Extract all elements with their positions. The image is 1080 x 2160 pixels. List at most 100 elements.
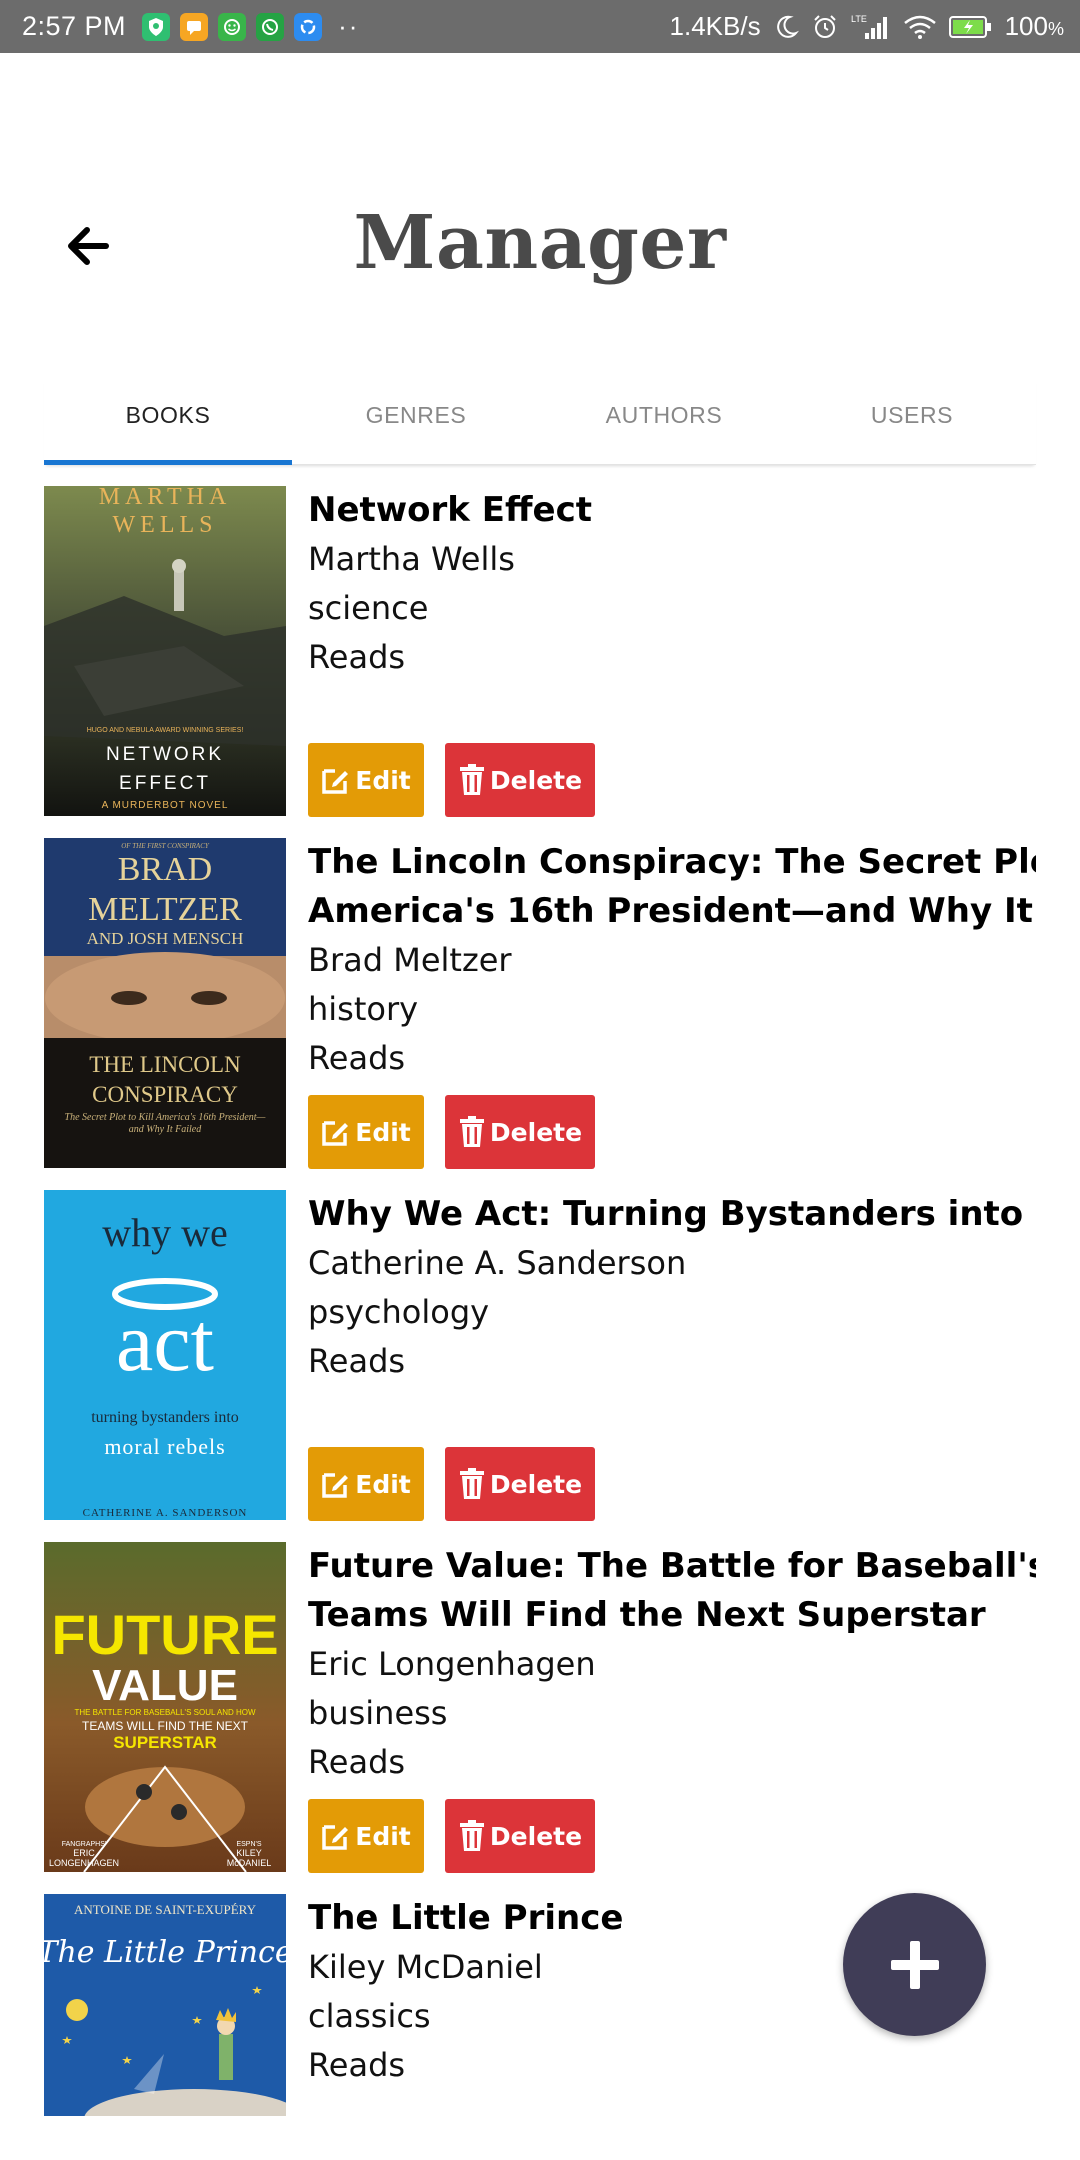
trash-icon xyxy=(459,1468,484,1499)
book-genre: psychology xyxy=(308,1293,490,1331)
cover-author-line1: BRAD xyxy=(118,851,212,888)
book-author: Martha Wells xyxy=(308,540,515,578)
sync-app-icon xyxy=(294,12,323,41)
delete-label: Delete xyxy=(489,1469,583,1499)
network-rate: 1.4KB/s xyxy=(669,11,761,41)
book-cover[interactable]: OF THE FIRST CONSPIRACY BRAD MELTZER AND… xyxy=(44,838,286,1168)
battery-value: 100 xyxy=(1004,11,1048,41)
edit-icon xyxy=(322,1121,349,1146)
delete-label: Delete xyxy=(489,1821,583,1851)
wifi-icon xyxy=(903,14,937,40)
book-status: Reads xyxy=(308,1039,406,1077)
cover-left-line1: FANGRAPHS' xyxy=(62,1841,107,1848)
cover-title-line2: VALUE xyxy=(92,1661,238,1710)
cover-left-line2: ERIC xyxy=(73,1848,95,1858)
trash-icon xyxy=(459,1820,484,1851)
cover-author: ANTOINE DE SAINT-EXUPÉRY xyxy=(74,1902,257,1917)
cover-subtitle: The Secret Plot to Kill America's 16th P… xyxy=(64,1112,266,1135)
tab-authors[interactable]: AUTHORS xyxy=(540,380,788,464)
shield-app-icon xyxy=(142,12,171,41)
tab-genres[interactable]: GENRES xyxy=(292,380,540,464)
cover-right-line1: ESPN'S xyxy=(236,1841,261,1848)
edit-icon xyxy=(322,1825,349,1850)
network-type: LTE xyxy=(851,14,867,24)
book-info: Future Value: The Battle for Baseball's … xyxy=(308,1542,1036,1787)
cover-subtitle-line2: moral rebels xyxy=(104,1434,225,1459)
battery-unit: % xyxy=(1047,19,1064,39)
cover-title-line1: FUTURE xyxy=(51,1603,278,1666)
book-title-line1: The Lincoln Conspiracy: The Secret Plot … xyxy=(308,842,1036,882)
cover-subtitle-line2: TEAMS WILL FIND THE NEXT xyxy=(82,1719,249,1733)
cover-author-line2: WELLS xyxy=(113,512,218,538)
cover-tagline: HUGO AND NEBULA AWARD WINNING SERIES! xyxy=(87,727,244,734)
delete-button[interactable]: Delete xyxy=(445,743,595,817)
more-notifications-icon: ·· xyxy=(338,11,360,41)
book-status: Reads xyxy=(308,1743,406,1781)
book-status: Reads xyxy=(308,2046,406,2084)
battery-icon xyxy=(948,15,993,39)
edit-label: Edit xyxy=(355,1821,411,1851)
cover-title-line2: act xyxy=(116,1296,214,1389)
book-status: Reads xyxy=(308,1342,406,1380)
edit-label: Edit xyxy=(355,1117,411,1147)
whatsapp-icon xyxy=(256,12,285,41)
book-author: Eric Longenhagen xyxy=(308,1645,596,1683)
book-cover[interactable]: MARTHA WELLS HUGO AND NEBULA AWARD WINNI… xyxy=(44,486,286,816)
cover-author-line2: MELTZER xyxy=(88,891,242,928)
signal-icon: LTE xyxy=(851,13,891,41)
delete-label: Delete xyxy=(489,1117,583,1147)
cover-title-line1: NETWORK xyxy=(106,744,224,765)
book-cover[interactable]: ANTOINE DE SAINT-EXUPÉRY The Little Prin… xyxy=(44,1894,286,2116)
book-title: Network Effect xyxy=(308,490,592,530)
book-info: The Lincoln Conspiracy: The Secret Plot … xyxy=(308,838,1036,1083)
cover-title: The Little Prince xyxy=(44,1935,286,1970)
book-genre: science xyxy=(308,589,429,627)
delete-button[interactable]: Delete xyxy=(445,1799,595,1873)
cover-subtitle-line1: turning bystanders into xyxy=(91,1409,239,1426)
face-app-icon xyxy=(218,12,247,41)
cover-author: CATHERINE A. SANDERSON xyxy=(83,1507,248,1519)
tab-users[interactable]: USERS xyxy=(788,380,1036,464)
cover-top-line: OF THE FIRST CONSPIRACY xyxy=(121,842,210,850)
book-status: Reads xyxy=(308,638,406,676)
delete-label: Delete xyxy=(489,765,583,795)
cover-subtitle-line3: SUPERSTAR xyxy=(113,1733,217,1752)
tab-bar: BOOKS GENRES AUTHORS USERS xyxy=(44,380,1036,465)
book-cover[interactable]: FUTURE VALUE THE BATTLE FOR BASEBALL'S S… xyxy=(44,1542,286,1872)
book-title-line1: Future Value: The Battle for Baseball's … xyxy=(308,1546,1036,1586)
book-info: Why We Act: Turning Bystanders into Mo C… xyxy=(308,1190,1036,1386)
battery-level: 100% xyxy=(1005,11,1064,42)
alarm-icon xyxy=(811,13,839,41)
status-right: 1.4KB/s LTE 100% xyxy=(670,11,1064,42)
trash-icon xyxy=(459,1116,484,1147)
trash-icon xyxy=(459,764,484,795)
edit-button[interactable]: Edit xyxy=(308,1447,424,1521)
book-genre: business xyxy=(308,1694,448,1732)
moon-icon xyxy=(773,14,799,40)
add-book-button[interactable] xyxy=(843,1893,986,2036)
cover-subtitle-line1: THE BATTLE FOR BASEBALL'S SOUL AND HOW xyxy=(74,1708,256,1717)
book-title: Why We Act: Turning Bystanders into Mo xyxy=(308,1194,1036,1234)
cover-title-line2: EFFECT xyxy=(119,773,211,794)
notification-icons xyxy=(142,12,323,41)
edit-icon xyxy=(322,769,349,794)
cover-author-line1: MARTHA xyxy=(99,486,232,510)
edit-button[interactable]: Edit xyxy=(308,743,424,817)
plus-icon xyxy=(890,1940,939,1989)
delete-button[interactable]: Delete xyxy=(445,1447,595,1521)
tab-books[interactable]: BOOKS xyxy=(44,380,292,465)
book-cover[interactable]: why we act turning bystanders into moral… xyxy=(44,1190,286,1520)
page-title: Manager xyxy=(353,200,727,286)
book-genre: history xyxy=(308,990,419,1028)
edit-icon xyxy=(322,1473,349,1498)
edit-button[interactable]: Edit xyxy=(308,1799,424,1873)
book-author: Catherine A. Sanderson xyxy=(308,1244,687,1282)
edit-button[interactable]: Edit xyxy=(308,1095,424,1169)
edit-label: Edit xyxy=(355,1469,411,1499)
status-time: 2:57 PM xyxy=(22,11,127,41)
cover-left-line3: LONGENHAGEN xyxy=(49,1858,119,1868)
cover-right-line3: McDANIEL xyxy=(227,1858,272,1868)
delete-button[interactable]: Delete xyxy=(445,1095,595,1169)
status-bar: 2:57 PM ·· 1.4KB/s LTE 100% xyxy=(0,0,1080,53)
cover-title-line2: CONSPIRACY xyxy=(92,1082,238,1107)
